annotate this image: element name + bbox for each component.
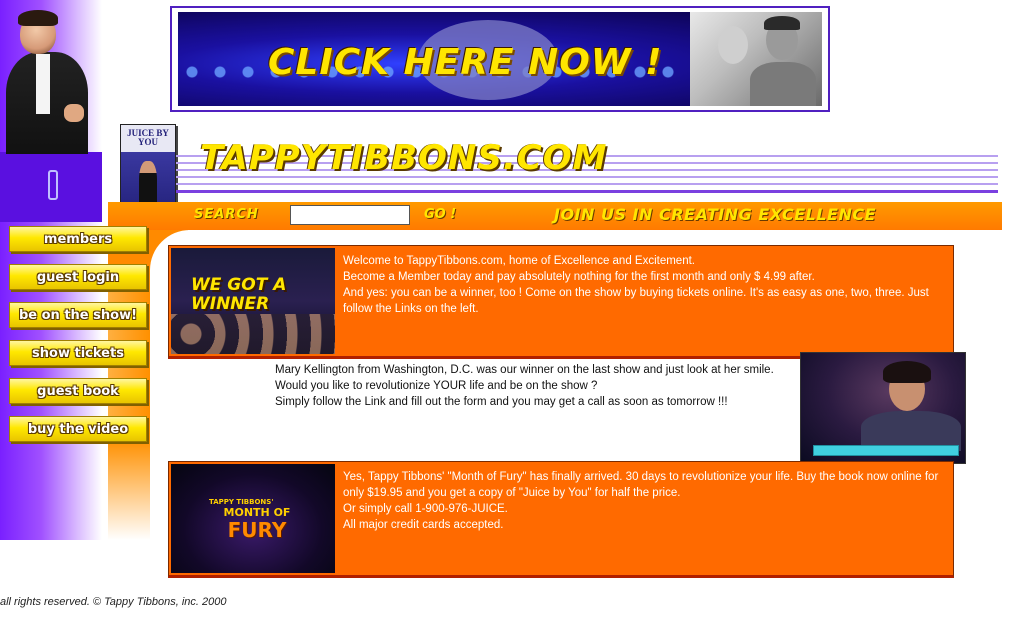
search-input[interactable]	[290, 205, 410, 225]
go-button[interactable]: GO !	[424, 207, 456, 222]
nav-members-button[interactable]: members	[9, 226, 147, 252]
winner-story-text: Mary Kellington from Washington, D.C. wa…	[275, 362, 795, 410]
welcome-line: And yes: you can be a winner, too ! Come…	[343, 287, 929, 315]
fury-line: All major credit cards accepted.	[343, 519, 504, 531]
nav-buy-the-video-button[interactable]: buy the video	[9, 416, 147, 442]
welcome-line: Become a Member today and pay absolutely…	[343, 271, 815, 283]
slogan: JOIN US IN CREATING EXCELLENCE	[554, 205, 877, 224]
winner-image-text: WE GOT A WINNER	[191, 275, 287, 314]
winner-image: WE GOT A WINNER	[171, 248, 335, 354]
welcome-text: Welcome to TappyTibbons.com, home of Exc…	[343, 253, 941, 317]
welcome-line: Welcome to TappyTibbons.com, home of Exc…	[343, 255, 695, 267]
month-of-fury-image: TAPPY TIBBONS' MONTH OF FURY	[171, 464, 335, 573]
banner-photo	[690, 12, 822, 106]
nav-menu: members guest login be on the show! show…	[9, 226, 149, 454]
welcome-box: WE GOT A WINNER Welcome to TappyTibbons.…	[168, 245, 954, 359]
copyright-footer: all rights reserved. © Tappy Tibbons, in…	[0, 596, 227, 608]
book-title: JUICE BY YOU	[127, 128, 169, 147]
banner-ad[interactable]: CLICK HERE NOW !	[178, 12, 822, 106]
site-title: TAPPYTIBBONS.COM	[200, 138, 608, 178]
nav-guest-login-button[interactable]: guest login	[9, 264, 147, 290]
nav-show-tickets-button[interactable]: show tickets	[9, 340, 147, 366]
host-photo	[6, 8, 88, 154]
fury-line: Yes, Tappy Tibbons' "Month of Fury" has …	[343, 471, 939, 499]
fury-image-subtitle: TAPPY TIBBONS'	[209, 498, 274, 506]
nav-guest-book-button[interactable]: guest book	[9, 378, 147, 404]
story-line: Mary Kellington from Washington, D.C. wa…	[275, 364, 774, 392]
story-line: Simply follow the Link and fill out the …	[275, 396, 728, 408]
nav-be-on-the-show-button[interactable]: be on the show!	[9, 302, 147, 328]
photo-caption-bar	[813, 445, 959, 456]
fury-image-word: FURY	[227, 518, 287, 542]
search-label: SEARCH	[194, 207, 259, 222]
sidebar-glyph-icon	[48, 170, 58, 200]
banner-text: CLICK HERE NOW !	[268, 42, 663, 83]
month-of-fury-text: Yes, Tappy Tibbons' "Month of Fury" has …	[343, 469, 941, 533]
winner-photo	[800, 352, 966, 464]
fury-line: Or simply call 1-900-976-JUICE.	[343, 503, 508, 515]
month-of-fury-box: TAPPY TIBBONS' MONTH OF FURY Yes, Tappy …	[168, 461, 954, 578]
